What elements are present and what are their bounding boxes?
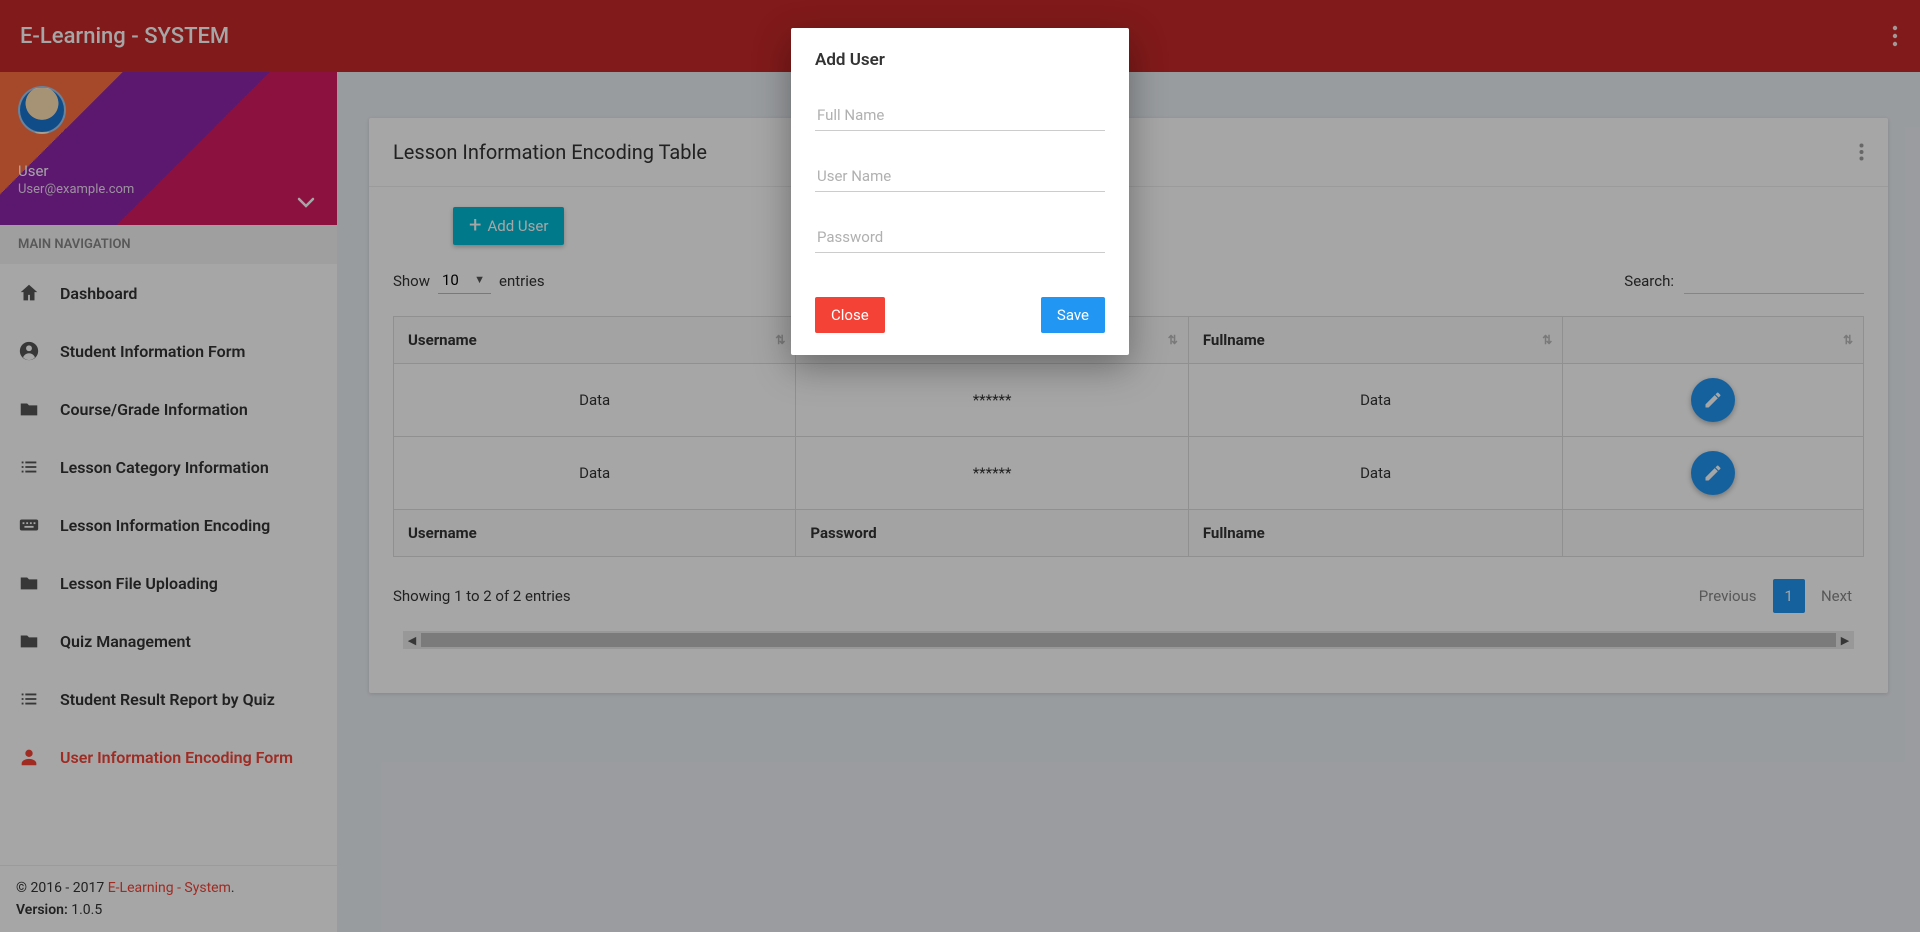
save-button[interactable]: Save (1041, 297, 1105, 333)
add-user-modal: Add User Close Save (791, 28, 1129, 355)
modal-title: Add User (815, 50, 1105, 70)
close-button[interactable]: Close (815, 297, 885, 333)
fullname-input[interactable] (815, 100, 1105, 131)
username-input[interactable] (815, 161, 1105, 192)
password-input[interactable] (815, 222, 1105, 253)
